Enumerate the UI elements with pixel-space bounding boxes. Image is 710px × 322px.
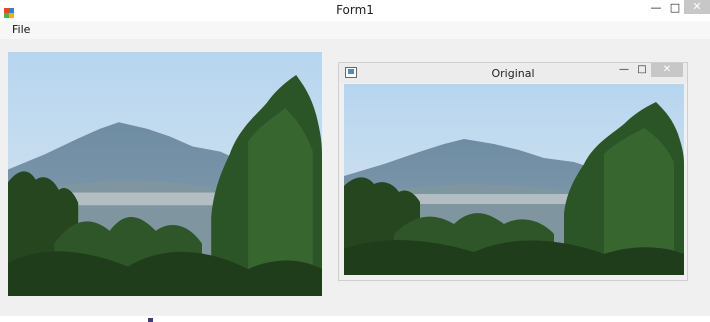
child-close-button[interactable]: ✕ [651,63,683,77]
landscape-photo-left [8,52,322,296]
minimize-button[interactable]: — [646,0,666,16]
child-maximize-button[interactable]: □ [634,62,650,78]
scroll-marker [148,318,153,322]
maximize-button[interactable]: □ [666,0,684,16]
menu-bar [0,21,710,39]
bottom-edge [0,316,710,322]
close-button[interactable]: ✕ [684,0,710,14]
child-minimize-button[interactable]: — [616,62,632,78]
window-title: Form1 [336,3,374,17]
landscape-photo-right [344,84,684,275]
processed-image-picturebox [8,52,322,296]
menu-item-file[interactable]: File [8,21,34,39]
original-image-picturebox [344,84,684,275]
